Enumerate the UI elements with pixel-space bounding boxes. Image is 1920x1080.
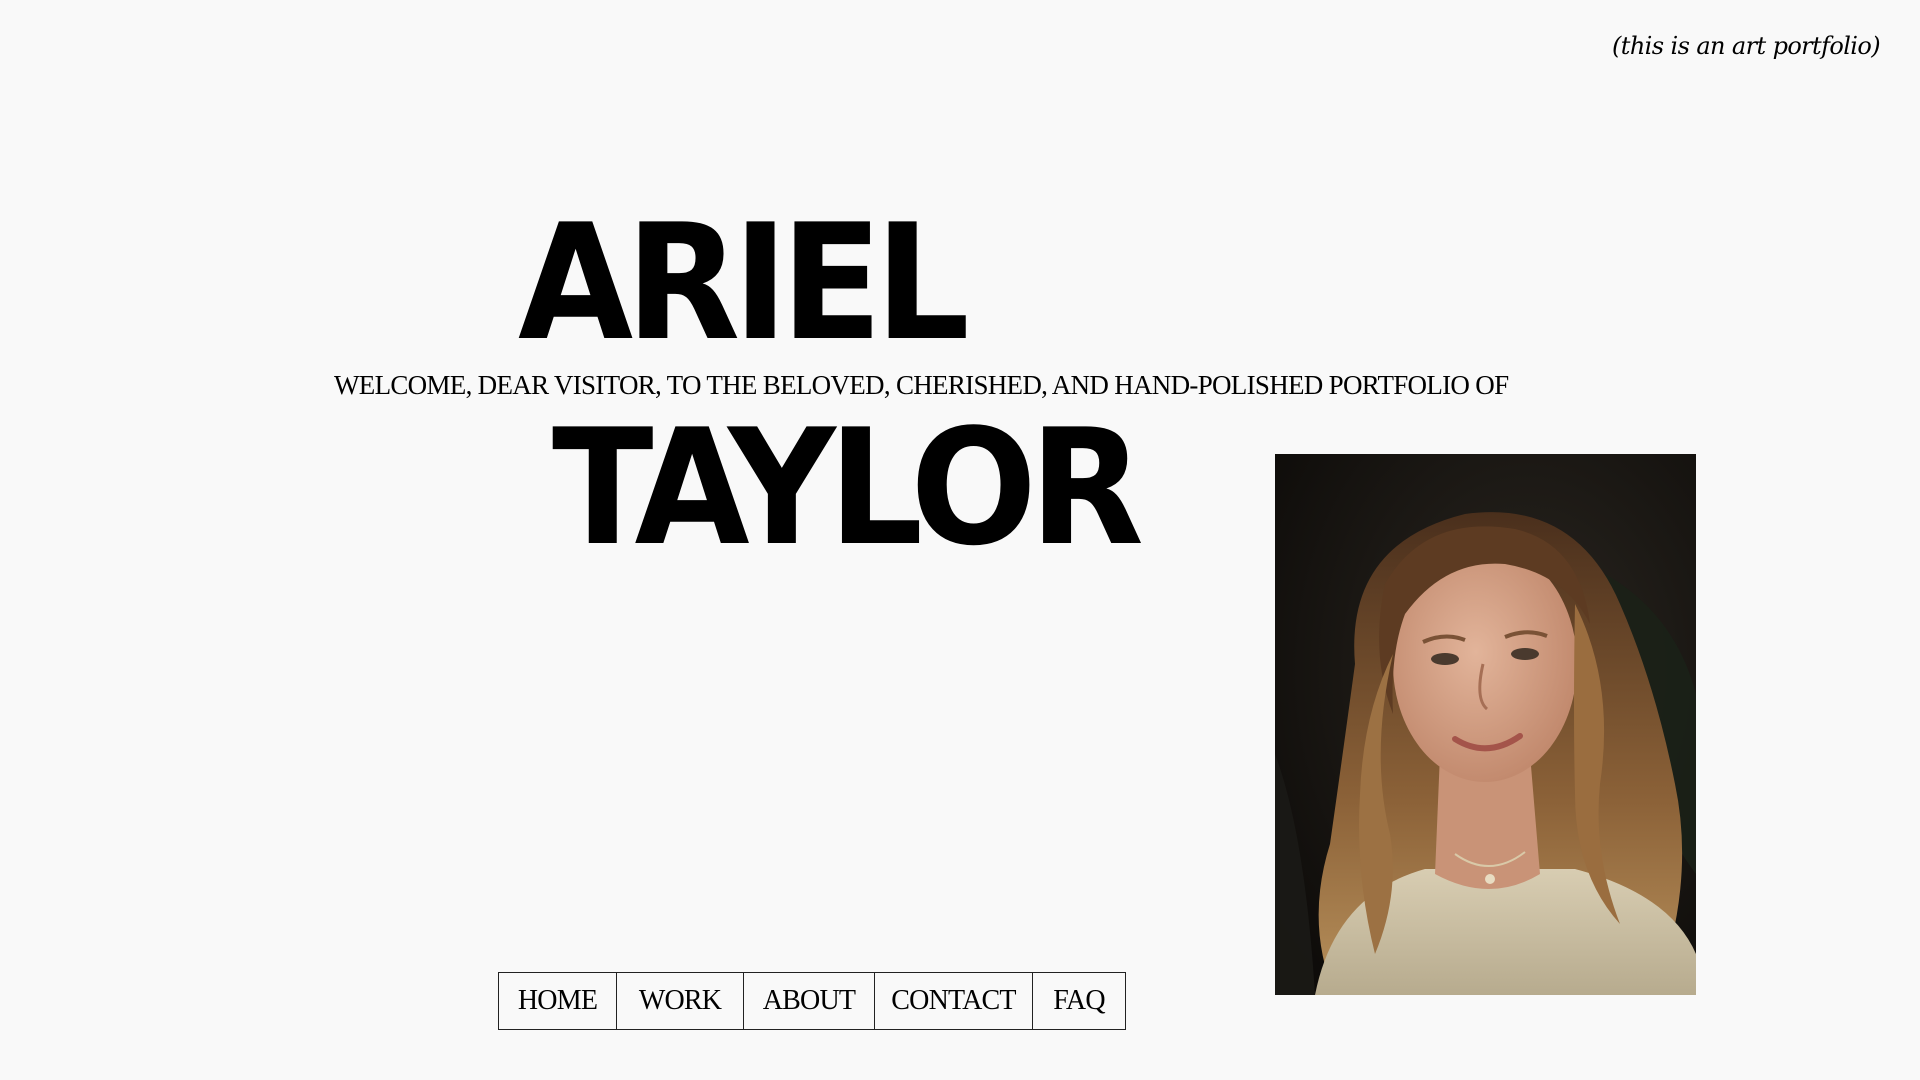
portrait-illustration [1275,454,1696,995]
nav-about-link[interactable]: ABOUT [744,973,875,1029]
hero-last-name: TAYLOR [552,394,1144,581]
portfolio-tagline: (this is an art portfolio) [1612,32,1881,60]
portrait-photo [1275,454,1696,995]
main-nav: HOME WORK ABOUT CONTACT FAQ [498,972,1126,1030]
nav-faq-link[interactable]: FAQ [1033,973,1125,1029]
nav-home-link[interactable]: HOME [499,973,617,1029]
nav-work-link[interactable]: WORK [617,973,744,1029]
nav-contact-link[interactable]: CONTACT [875,973,1033,1029]
hero-first-name: ARIEL [518,189,970,376]
